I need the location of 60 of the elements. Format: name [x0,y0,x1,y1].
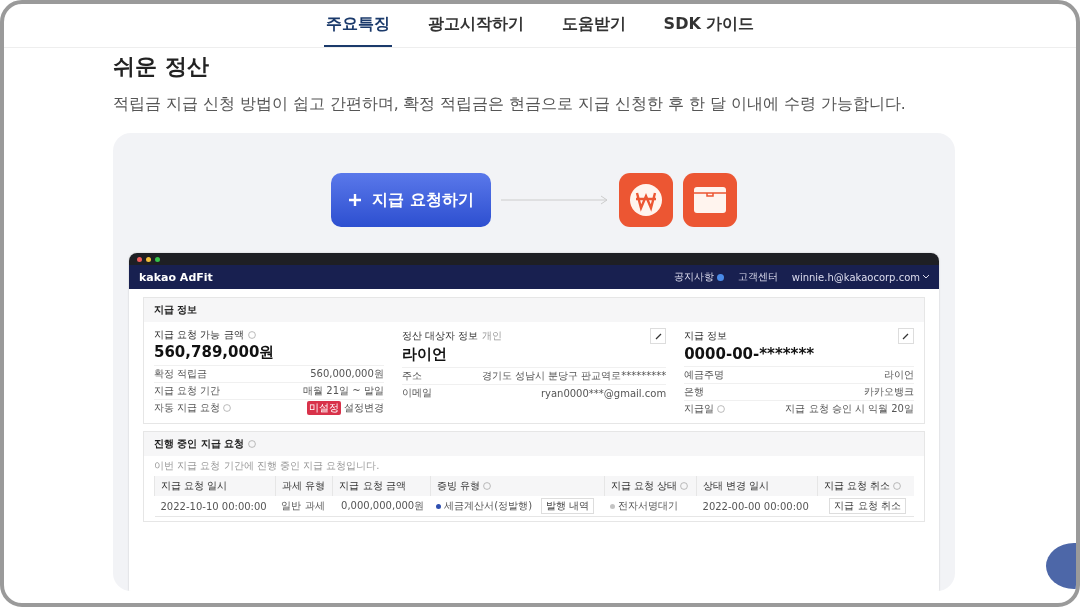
plus-icon [348,193,363,207]
account-menu[interactable]: winnie.h@kakaocorp.com [791,271,929,283]
settings-link[interactable]: 설정변경 [343,401,384,415]
row-label: 예금주명 [684,368,725,382]
status-tag: 미설정 [306,401,341,415]
column-header: 지급 요청 금액 [332,476,431,496]
row-value: 라이언 [884,368,914,382]
request-payment-button[interactable]: 지급 요청하기 [331,173,491,227]
section-title: 쉬운 정산 [113,53,210,81]
panel-description: 이번 지급 요청 기간에 진행 중인 지급 요청입니다. [153,459,381,473]
panel-title: 지급 정보 [154,303,198,317]
field-value: 560,789,000원 [154,343,276,362]
arrow-icon [501,195,609,205]
row-value: 매월 21일 ~ 말일 [303,384,384,398]
field-label: 정산 대상자 정보 [401,329,479,343]
row-value: 카카오뱅크 [864,385,914,399]
history-button[interactable]: 발행 내역 [541,498,595,514]
table-cell: 일반 과세 [275,496,333,517]
section-description: 적립금 지급 신청 방법이 쉽고 간편하며, 확정 적립금은 현금으로 지급 신청한 후 한 달 이내에 수령 가능합니다. [113,94,907,115]
column-header: 증빙 유형 [430,476,605,496]
row-value: 지급 요청 승인 시 익월 20일 [785,402,914,416]
column-header: 지급 요청 일시 [154,476,276,496]
row-value: 560,000,000원 [310,367,384,381]
field-value: 0000-00-******* [684,345,816,363]
panel-title: 진행 중인 지급 요청 [154,437,245,451]
row-label: 이메일 [401,386,432,400]
brand-logo: kakao AdFit [139,270,213,284]
row-value: ryan0000***@gmail.com [540,387,667,399]
field-note: 개인 [482,329,503,343]
field-value: 라이언 [401,345,448,364]
field-label: 지급 정보 [684,329,728,343]
pencil-icon [654,332,662,340]
row-label: 지급 요청 기간 [154,384,221,398]
coin-app-icon [619,173,673,227]
column-header: 상태 변경 일시 [696,476,818,496]
row-label: 주소 [401,369,422,383]
column-header: 과세 유형 [275,476,333,496]
row-value: 경기도 성남시 분당구 판교역로********* [481,369,667,383]
nav-tab[interactable]: 도움받기 [559,4,628,47]
field-label: 지급 요청 가능 금액 [154,328,244,342]
caret-icon [923,275,929,279]
table-cell: 세금계산서(정발행) [444,499,533,513]
table-cell: 0,000,000,000원 [332,496,431,517]
nav-tab[interactable]: 주요특징 [323,4,392,47]
table-cell: 전자서명대기 [618,499,679,513]
column-header: 지급 요청 취소 [817,476,914,496]
table-cell: 2022-00-00 00:00:00 [696,496,818,517]
wallet-app-icon [683,173,737,227]
cancel-request-button[interactable]: 지급 요청 취소 [829,498,906,514]
row-label: 은행 [684,385,705,399]
header-link[interactable]: 공지사항 [673,270,724,284]
nav-tab[interactable]: 광고시작하기 [425,4,526,47]
row-label: 지급일 [684,402,715,416]
column-header: 지급 요청 상태 [604,476,697,496]
nav-tab[interactable]: SDK 가이드 [661,4,757,47]
table-cell: 2022-10-10 00:00:00 [154,496,276,517]
row-label: 확정 적립금 [154,367,208,381]
header-link[interactable]: 고객센터 [737,270,778,284]
row-label: 자동 지급 요청 [154,401,221,415]
pencil-icon [902,332,910,340]
